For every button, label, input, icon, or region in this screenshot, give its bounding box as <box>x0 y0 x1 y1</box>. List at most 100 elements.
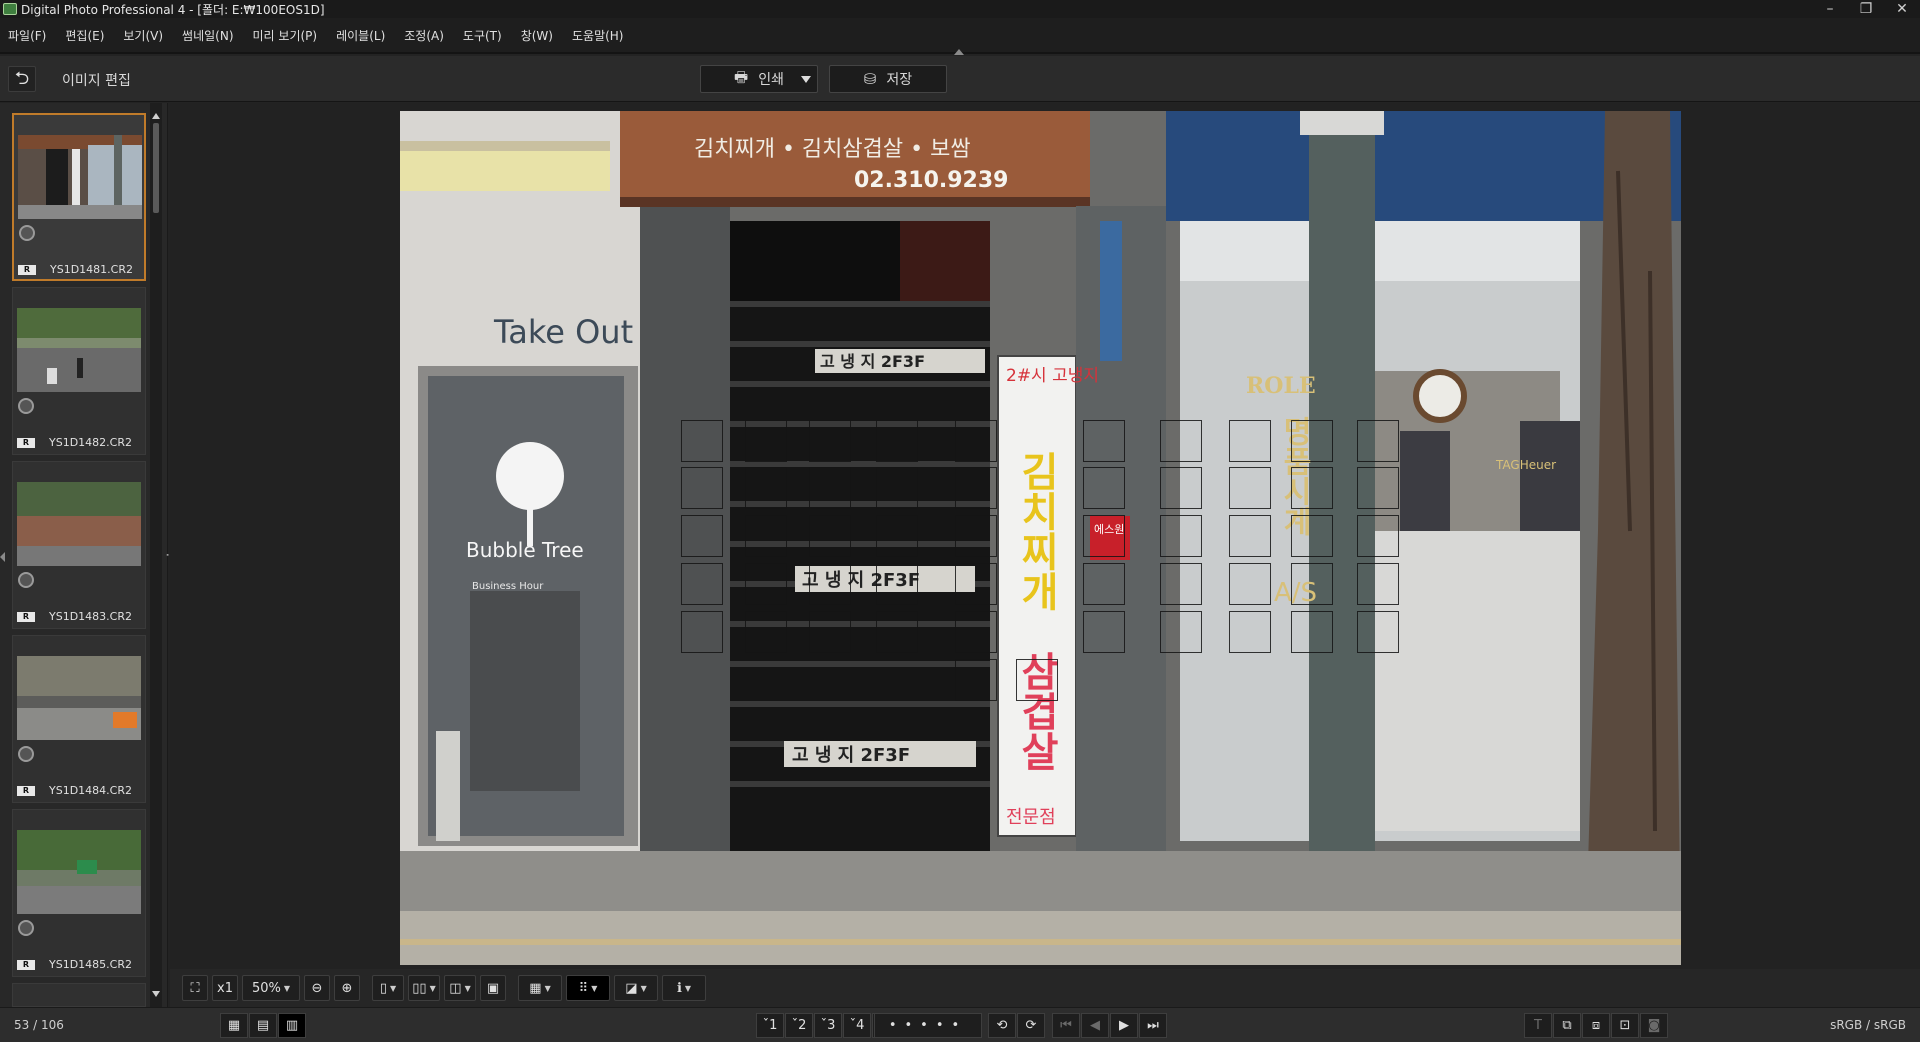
menu-help[interactable]: 도움말(H) <box>572 27 624 44</box>
af-point-button[interactable]: ⠿ ▼ <box>566 975 610 1001</box>
zoom-in-button[interactable]: ⊕ <box>334 975 360 1001</box>
crop-tool-button[interactable]: ⧉ <box>1553 1013 1581 1038</box>
single-view-button[interactable]: ▯ ▼ <box>372 975 404 1001</box>
menu-file[interactable]: 파일(F) <box>8 27 46 44</box>
rating-icon[interactable] <box>18 920 34 936</box>
af-point <box>1083 563 1125 605</box>
zoom-level-value: 50% <box>251 980 281 996</box>
thumbnail-scrollbar[interactable] <box>150 103 162 1007</box>
af-point <box>745 515 787 557</box>
split-view-button[interactable]: ◫ ▼ <box>444 975 476 1001</box>
compare-view-button[interactable]: ▯▯ ▼ <box>408 975 440 1001</box>
color-space-indicator: sRGB / sRGB <box>1830 1018 1906 1032</box>
thumbnail-item[interactable]: R YS1D1481.CR2 <box>12 113 146 281</box>
af-point <box>1083 467 1125 509</box>
af-point <box>1160 611 1202 653</box>
window-controls: – ❐ ✕ <box>1812 0 1920 18</box>
menu-thumbnail[interactable]: 썸네일(N) <box>182 27 233 44</box>
af-point <box>955 563 997 605</box>
print-button[interactable]: 🖶 인쇄 <box>700 65 818 93</box>
zoom-level-select[interactable]: 50% ▼ <box>242 975 300 1001</box>
dust-tool-button[interactable]: ⊡ <box>1611 1013 1639 1038</box>
thumbnail-item[interactable]: R YS1D1485.CR2 <box>12 809 146 977</box>
rotate-buttons: ⟲ ⟳ <box>988 1013 1046 1038</box>
menu-preview[interactable]: 미리 보기(P) <box>253 27 318 44</box>
rating-icon[interactable] <box>19 225 35 241</box>
strip-layout-icon: ▥ <box>285 1018 299 1033</box>
af-point <box>1160 467 1202 509</box>
back-button[interactable]: ⮌ <box>8 66 36 92</box>
rotate-left-button[interactable]: ⟲ <box>988 1013 1016 1038</box>
chevron-down-icon: ▼ <box>429 983 436 993</box>
zoom-out-button[interactable]: ⊖ <box>304 975 330 1001</box>
next-image-button[interactable]: ▶ <box>1110 1013 1138 1038</box>
af-point <box>745 563 787 605</box>
menu-adjust[interactable]: 조정(A) <box>404 27 444 44</box>
menu-label[interactable]: 레이블(L) <box>336 27 385 44</box>
menu-edit[interactable]: 편집(E) <box>65 27 104 44</box>
layout-grid-button[interactable]: ▦ <box>220 1013 248 1038</box>
chevron-down-icon: ▼ <box>591 983 598 993</box>
rating-icon[interactable] <box>18 572 34 588</box>
stamp-tool-button[interactable]: ⧈ <box>1582 1013 1610 1038</box>
af-point <box>955 515 997 557</box>
star-rating[interactable]: ••••• <box>874 1013 982 1038</box>
text-tool-icon: T <box>1534 1018 1542 1033</box>
chevron-down-icon: ▼ <box>640 983 647 993</box>
highlight-warning-button[interactable]: ◪ ▼ <box>614 975 658 1001</box>
zoom-1x-button[interactable]: x1 <box>212 975 238 1001</box>
check-1-button[interactable]: ˇ1 <box>756 1013 784 1038</box>
rotate-right-button[interactable]: ⟳ <box>1017 1013 1045 1038</box>
last-image-button[interactable]: ⏭ <box>1139 1013 1167 1038</box>
print-dropdown-icon[interactable] <box>801 76 811 83</box>
text-tool-button[interactable]: T <box>1524 1013 1552 1038</box>
menu-tools[interactable]: 도구(T) <box>463 27 502 44</box>
printer-icon: 🖶 <box>734 67 749 86</box>
fit-to-screen-button[interactable]: ⛶ <box>182 975 208 1001</box>
next-icon: ▶ <box>1119 1018 1129 1033</box>
check-3-button[interactable]: ˇ3 <box>814 1013 842 1038</box>
thumbnail-filename: YS1D1483.CR2 <box>49 610 132 623</box>
layout-single-button[interactable]: ▤ <box>249 1013 277 1038</box>
scroll-thumb[interactable] <box>153 123 159 213</box>
thumbnail-item[interactable]: R YS1D1484.CR2 <box>12 635 146 803</box>
save-button[interactable]: ⛁ 저장 <box>829 65 947 93</box>
thumbnail-filename: YS1D1482.CR2 <box>49 436 132 449</box>
chevron-down-icon: ▼ <box>464 983 471 993</box>
app-icon <box>3 3 17 15</box>
af-point-icon: ⠿ <box>578 980 589 996</box>
menu-window[interactable]: 창(W) <box>521 27 553 44</box>
single-layout-icon: ▤ <box>256 1018 270 1033</box>
scroll-up-icon[interactable] <box>152 113 160 119</box>
last-icon: ⏭ <box>1147 1018 1159 1033</box>
preview-photo[interactable]: 김치찌개 • 김치삼겹살 • 보쌈 02.310.9239 Take Out B… <box>400 111 1681 965</box>
thumbnail-item[interactable] <box>12 983 146 1007</box>
rating-icon[interactable] <box>18 746 34 762</box>
check-2-button[interactable]: ˇ2 <box>785 1013 813 1038</box>
af-point <box>955 467 997 509</box>
thumbnail-item[interactable]: R YS1D1483.CR2 <box>12 461 146 629</box>
close-button[interactable]: ✕ <box>1884 0 1920 18</box>
rating-icon[interactable] <box>18 398 34 414</box>
check-4-button[interactable]: ˇ4 <box>843 1013 871 1038</box>
layout-thumbnail-strip-button[interactable]: ▥ <box>278 1013 306 1038</box>
main-toolbar: ⮌ 이미지 편집 🖶 인쇄 ⛁ 저장 <box>0 56 1920 102</box>
status-bar: 53 / 106 ▦ ▤ ▥ ˇ1 ˇ2 ˇ3 ˇ4 ˇ5 ••••• ⟲ ⟳ … <box>0 1007 1920 1042</box>
scroll-down-icon[interactable] <box>152 991 160 997</box>
first-image-button[interactable]: ⏮ <box>1052 1013 1080 1038</box>
restore-button[interactable]: ❐ <box>1848 0 1884 18</box>
previous-image-button[interactable]: ◀ <box>1081 1013 1109 1038</box>
crop-icon: ⧉ <box>1562 1018 1572 1033</box>
af-point <box>876 563 918 605</box>
info-button[interactable]: ℹ ▼ <box>662 975 706 1001</box>
sync-icon: ▣ <box>486 980 500 996</box>
menu-view[interactable]: 보기(V) <box>123 27 163 44</box>
camera-button[interactable]: ◙ <box>1640 1013 1668 1038</box>
thumbnail-item[interactable]: R YS1D1482.CR2 <box>12 287 146 455</box>
left-panel-toggle-icon[interactable] <box>0 552 5 562</box>
af-point <box>1229 420 1271 462</box>
sync-view-button[interactable]: ▣ <box>480 975 506 1001</box>
minimize-button[interactable]: – <box>1812 0 1848 18</box>
grid-overlay-button[interactable]: ▦ ▼ <box>518 975 562 1001</box>
collapse-toolbar-icon[interactable] <box>954 49 964 55</box>
